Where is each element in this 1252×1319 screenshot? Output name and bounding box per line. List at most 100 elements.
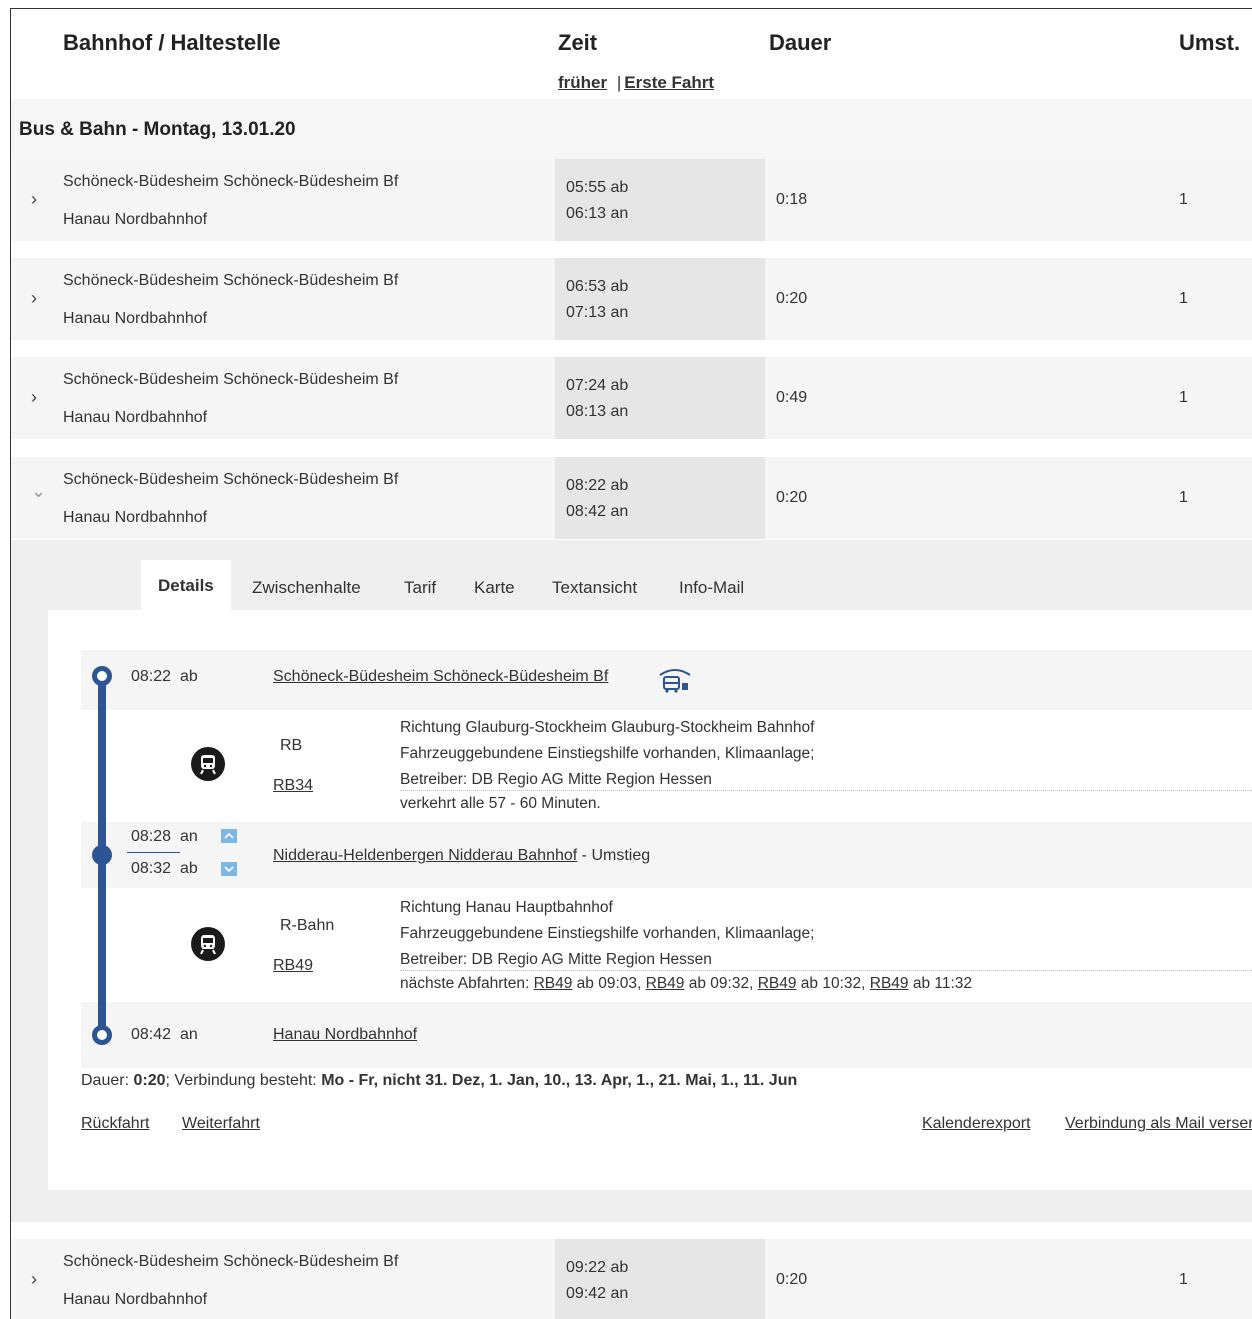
leg1-direction: Richtung Glauburg-Stockheim Glauburg-Sto… — [400, 719, 815, 736]
stop3-link[interactable]: Hanau Nordbahnhof — [273, 1026, 417, 1044]
time-separator — [127, 852, 180, 853]
next-departure-text: ab 09:03, — [576, 975, 642, 992]
train-icon — [191, 927, 225, 961]
stop3-time-value: 08:42 — [131, 1026, 172, 1043]
column-header-changes: Umst. — [1179, 30, 1241, 55]
stop3-time: 08:42 an — [131, 1026, 198, 1044]
change-note: - Umstieg — [581, 847, 651, 864]
connection-row[interactable]: › Schöneck-Büdesheim Schöneck-Büdesheim … — [11, 357, 1252, 439]
leg1-type: RB — [280, 737, 303, 754]
earlier-links: früher | Erste Fahrt — [558, 73, 714, 93]
changes: 1 — [1179, 389, 1188, 406]
stop-band — [81, 1002, 1252, 1068]
departure-time: 06:53 ab — [566, 278, 629, 295]
validity-value: Mo - Fr, nicht 31. Dez, 1. Jan, 10., 13.… — [321, 1072, 798, 1089]
column-header-duration: Dauer — [769, 30, 832, 55]
tab-fare[interactable]: Tarif — [404, 578, 436, 598]
stop3-time-suffix: an — [179, 1026, 198, 1043]
chevron-right-icon[interactable]: › — [31, 387, 37, 408]
connection-row[interactable]: › Schöneck-Büdesheim Schöneck-Büdesheim … — [11, 258, 1252, 340]
from-station: Schöneck-Büdesheim Schöneck-Büdesheim Bf — [63, 471, 399, 488]
tab-info-mail[interactable]: Info-Mail — [679, 578, 744, 598]
next-departure-line-link[interactable]: RB49 — [758, 975, 797, 992]
to-station: Hanau Nordbahnhof — [63, 409, 208, 426]
day-label: Bus & Bahn - Montag, 13.01.20 — [19, 119, 296, 140]
arrow-down-icon[interactable] — [221, 862, 237, 876]
duration: 0:20 — [776, 1271, 808, 1288]
leg2-features: Fahrzeuggebundene Einstiegshilfe vorhand… — [400, 925, 815, 942]
connection-row-expanded[interactable]: ⌄ Schöneck-Büdesheim Schöneck-Büdesheim … — [11, 457, 1252, 539]
to-station: Hanau Nordbahnhof — [63, 1291, 208, 1308]
stop1-time-value: 08:22 — [131, 668, 172, 685]
from-station: Schöneck-Büdesheim Schöneck-Büdesheim Bf — [63, 173, 399, 190]
chevron-right-icon[interactable]: › — [31, 288, 37, 309]
leg2-line-link[interactable]: RB49 — [273, 957, 313, 975]
stop2-arrival-time: 08:28 — [131, 828, 172, 845]
stop1-time-suffix: ab — [179, 668, 198, 685]
validity-label: ; Verbindung besteht: — [165, 1072, 317, 1089]
tab-details[interactable]: Details — [141, 560, 231, 610]
to-station: Hanau Nordbahnhof — [63, 310, 208, 327]
stop2-arrival: 08:28 an — [131, 828, 198, 846]
changes: 1 — [1179, 1271, 1188, 1288]
stop2-departure: 08:32 ab — [131, 860, 198, 878]
tab-map[interactable]: Karte — [474, 578, 515, 598]
onward-trip-link[interactable]: Weiterfahrt — [182, 1115, 260, 1133]
duration: 0:18 — [776, 191, 808, 208]
connection-row[interactable]: › Schöneck-Büdesheim Schöneck-Büdesheim … — [11, 159, 1252, 241]
details-panel: 08:22 ab Schöneck-Büdesheim Schöneck-Büd… — [48, 610, 1252, 1190]
station-info-icon[interactable] — [658, 666, 692, 699]
next-departure-text: ab 09:32, — [688, 975, 754, 992]
send-mail-link[interactable]: Verbindung als Mail versenden — [1065, 1115, 1252, 1133]
first-trip-link[interactable]: Erste Fahrt — [624, 73, 714, 92]
stop2-arrival-suffix: an — [179, 828, 198, 845]
time-cell: 08:22 ab 08:42 an — [555, 457, 765, 539]
leg1-line-link[interactable]: RB34 — [273, 777, 313, 795]
duration-label: Dauer: — [81, 1072, 130, 1089]
divider — [400, 970, 1252, 971]
arrival-time: 07:13 an — [566, 304, 629, 321]
time-cell: 05:55 ab 06:13 an — [555, 159, 765, 241]
stop1-time: 08:22 ab — [131, 668, 198, 686]
chevron-down-icon[interactable]: ⌄ — [31, 481, 46, 502]
calendar-export-link[interactable]: Kalenderexport — [922, 1115, 1031, 1133]
chevron-right-icon[interactable]: › — [31, 189, 37, 210]
start-node-icon — [92, 666, 112, 686]
duration: 0:20 — [776, 290, 808, 307]
chevron-right-icon[interactable]: › — [31, 1269, 37, 1290]
departure-time: 08:22 ab — [566, 477, 629, 494]
changes: 1 — [1179, 489, 1188, 506]
changes: 1 — [1179, 290, 1188, 307]
arrival-time: 08:42 an — [566, 503, 629, 520]
end-node-icon — [92, 1025, 112, 1045]
to-station: Hanau Nordbahnhof — [63, 509, 208, 526]
time-cell: 06:53 ab 07:13 an — [555, 258, 765, 340]
tab-text-view[interactable]: Textansicht — [552, 578, 637, 598]
arrow-up-icon[interactable] — [221, 829, 237, 843]
column-header-time: Zeit — [558, 30, 598, 55]
next-departure-line-link[interactable]: RB49 — [870, 975, 909, 992]
stop1-link[interactable]: Schöneck-Büdesheim Schöneck-Büdesheim Bf — [273, 668, 608, 686]
leg2-next-departures: nächste Abfahrten: RB49 ab 09:03, RB49 a… — [400, 975, 972, 993]
duration: 0:20 — [776, 489, 808, 506]
connection-results: Bahnhof / Haltestelle Zeit Dauer Umst. f… — [10, 8, 1252, 1319]
divider — [400, 790, 1252, 791]
earlier-link[interactable]: früher — [558, 73, 607, 92]
next-departure-text: ab 10:32, — [800, 975, 866, 992]
connection-row[interactable]: › Schöneck-Büdesheim Schöneck-Büdesheim … — [11, 1239, 1252, 1319]
stop2-link[interactable]: Nidderau-Heldenbergen Nidderau Bahnhof — [273, 847, 577, 864]
results-header: Bahnhof / Haltestelle Zeit Dauer Umst. f… — [11, 9, 1252, 99]
departure-time: 07:24 ab — [566, 377, 629, 394]
time-cell: 09:22 ab 09:42 an — [555, 1239, 765, 1319]
from-station: Schöneck-Büdesheim Schöneck-Büdesheim Bf — [63, 1253, 399, 1270]
next-departure-line-link[interactable]: RB49 — [534, 975, 573, 992]
tab-intermediate-stops[interactable]: Zwischenhalte — [252, 578, 361, 598]
next-departures-label: nächste Abfahrten: — [400, 975, 530, 992]
changes: 1 — [1179, 191, 1188, 208]
return-trip-link[interactable]: Rückfahrt — [81, 1115, 149, 1133]
departure-time: 09:22 ab — [566, 1259, 629, 1276]
connection-summary: Dauer: 0:20; Verbindung besteht: Mo - Fr… — [81, 1072, 797, 1090]
leg1-frequency: verkehrt alle 57 - 60 Minuten. — [400, 795, 601, 812]
stop2-departure-time: 08:32 — [131, 860, 172, 877]
next-departure-line-link[interactable]: RB49 — [646, 975, 685, 992]
